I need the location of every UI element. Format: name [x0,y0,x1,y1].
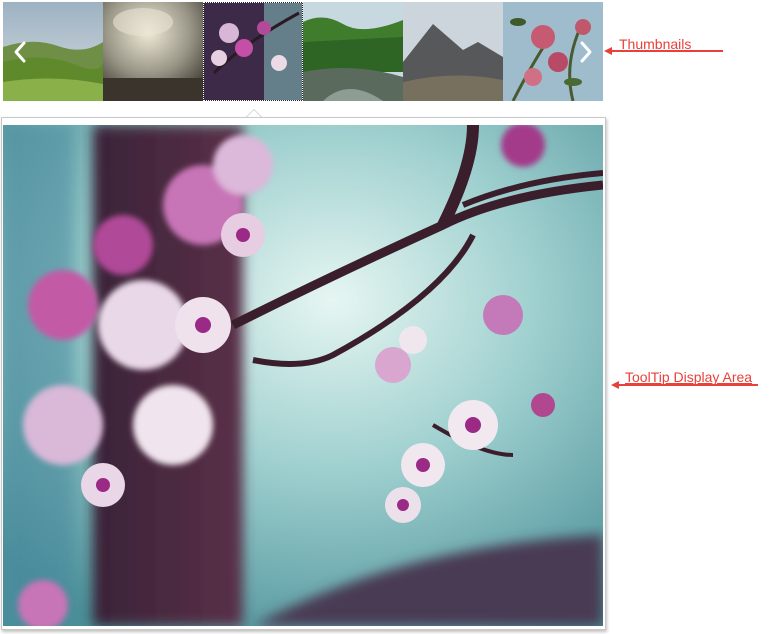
cherry-blossom-photo [3,125,603,626]
previous-button[interactable] [7,38,33,66]
tooltip-image [3,125,603,626]
chevron-left-icon [14,41,26,63]
thumbnails-callout-arrow [604,47,612,55]
thumbnail-cloudy-sky[interactable] [103,2,203,101]
tooltip-pointer [246,109,262,117]
thumbnail-image [103,2,203,101]
tooltip-annotation-label: ToolTip Display Area [625,369,753,385]
tooltip-display-area [1,117,606,630]
chevron-right-icon [580,41,592,63]
thumbnail-image [204,3,302,100]
thumbnail-cherry-blossom[interactable] [203,2,303,101]
thumbnail-mountain[interactable] [403,2,503,101]
thumbnail-strip [3,2,603,101]
tooltip-callout-arrow [611,381,619,389]
next-button[interactable] [573,38,599,66]
thumbnail-image [303,2,403,101]
thumbnail-forest-river[interactable] [303,2,403,101]
thumbnail-image [403,2,503,101]
thumbnails-annotation-label: Thumbnails [619,36,692,52]
